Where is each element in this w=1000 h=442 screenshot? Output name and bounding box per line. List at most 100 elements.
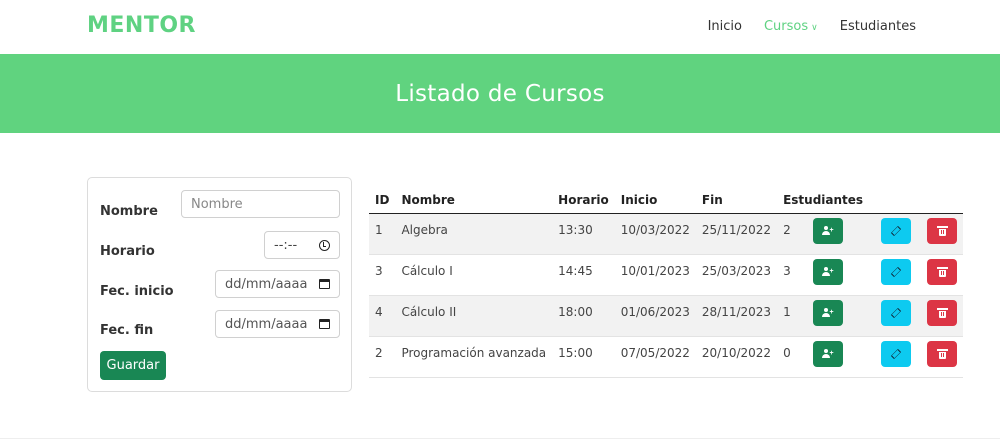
- cell-inicio: 10/03/2022: [614, 213, 696, 255]
- table-row: 3 Cálculo I 14:45 10/01/2023 25/03/2023 …: [369, 254, 964, 296]
- form-row-nombre: Nombre Nombre: [100, 190, 340, 219]
- table-row: 2 Programación avanzada 15:00 07/05/2022…: [369, 336, 964, 378]
- table-header-row: ID Nombre Horario Inicio Fin Estudiantes: [369, 187, 964, 214]
- horario-input[interactable]: --:--: [264, 231, 340, 259]
- estudiantes-count: 0: [783, 345, 791, 360]
- form-row-fin: Fec. fin dd/mm/aaaa: [100, 310, 340, 338]
- fec-inicio-label: Fec. inicio: [100, 284, 174, 299]
- col-inicio: Inicio: [614, 187, 696, 214]
- cell-id: 3: [369, 254, 396, 296]
- cell-inicio: 01/06/2023: [614, 295, 696, 337]
- nombre-placeholder: Nombre: [191, 196, 243, 212]
- add-student-button[interactable]: +: [812, 217, 843, 244]
- fec-fin-input[interactable]: dd/mm/aaaa: [215, 310, 340, 338]
- trash-icon: [936, 307, 948, 318]
- cell-estudiantes: 1 +: [777, 295, 870, 337]
- trash-icon: [936, 348, 948, 359]
- nav-item-cursos-label: Cursos: [763, 19, 809, 34]
- estudiantes-count: 1: [783, 304, 791, 319]
- col-horario: Horario: [552, 187, 615, 214]
- user-plus-icon: +: [821, 348, 834, 359]
- delete-button[interactable]: [927, 299, 958, 326]
- col-delete: [917, 187, 964, 214]
- nombre-label: Nombre: [100, 204, 158, 219]
- form-row-inicio: Fec. inicio dd/mm/aaaa: [100, 270, 340, 299]
- estudiantes-count: 3: [783, 263, 791, 278]
- nombre-input[interactable]: Nombre: [181, 190, 340, 218]
- save-button[interactable]: Guardar: [100, 351, 166, 380]
- col-id: ID: [369, 187, 396, 214]
- cell-id: 2: [369, 336, 396, 378]
- cell-nombre: Algebra: [395, 213, 553, 255]
- col-estudiantes: Estudiantes: [777, 187, 870, 214]
- table-row: 1 Algebra 13:30 10/03/2022 25/11/2022 2 …: [369, 213, 964, 255]
- cell-estudiantes: 0 +: [777, 336, 870, 378]
- horario-label: Horario: [100, 244, 155, 259]
- fec-inicio-input[interactable]: dd/mm/aaaa: [215, 270, 340, 298]
- calendar-icon[interactable]: [319, 279, 330, 289]
- edit-button[interactable]: [881, 258, 912, 285]
- cell-horario: 15:00: [552, 336, 615, 378]
- pencil-icon: [890, 307, 902, 318]
- edit-button[interactable]: [881, 340, 912, 367]
- cell-delete: [917, 213, 964, 255]
- horario-value: --:--: [274, 237, 298, 253]
- nav-menu: Inicio Cursos ∨ Estudiantes: [708, 19, 916, 34]
- nav-item-inicio[interactable]: Inicio: [708, 19, 742, 34]
- page-title: Listado de Cursos: [395, 80, 605, 107]
- trash-icon: [936, 225, 948, 236]
- add-student-button[interactable]: +: [812, 299, 843, 326]
- delete-button[interactable]: [927, 258, 958, 285]
- nav-item-estudiantes[interactable]: Estudiantes: [840, 19, 916, 34]
- cell-edit: [869, 295, 918, 337]
- cell-inicio: 10/01/2023: [614, 254, 696, 296]
- trash-icon: [936, 266, 948, 277]
- pencil-icon: [890, 266, 902, 277]
- courses-table: ID Nombre Horario Inicio Fin Estudiantes…: [369, 187, 964, 378]
- calendar-icon[interactable]: [319, 319, 330, 329]
- course-form: Nombre Nombre Horario --:-- Fec. inicio …: [87, 177, 352, 392]
- fec-inicio-value: dd/mm/aaaa: [225, 276, 308, 292]
- cell-edit: [869, 213, 918, 255]
- cell-edit: [869, 336, 918, 378]
- cell-estudiantes: 3 +: [777, 254, 870, 296]
- edit-button[interactable]: [881, 299, 912, 326]
- clock-icon[interactable]: [319, 239, 330, 251]
- add-student-button[interactable]: +: [812, 258, 843, 285]
- cell-id: 4: [369, 295, 396, 337]
- cell-delete: [917, 254, 964, 296]
- hero-banner: Listado de Cursos: [0, 54, 1000, 133]
- estudiantes-count: 2: [783, 222, 791, 237]
- cell-nombre: Cálculo II: [395, 295, 553, 337]
- cell-id: 1: [369, 213, 396, 255]
- user-plus-icon: +: [821, 266, 834, 277]
- fec-fin-label: Fec. fin: [100, 323, 154, 338]
- add-student-button[interactable]: +: [812, 340, 843, 367]
- delete-button[interactable]: [927, 340, 958, 367]
- edit-button[interactable]: [881, 217, 912, 244]
- cell-edit: [869, 254, 918, 296]
- user-plus-icon: +: [821, 307, 834, 318]
- brand-logo[interactable]: MENTOR: [87, 13, 196, 38]
- cell-nombre: Programación avanzada: [395, 336, 553, 378]
- nav-item-cursos[interactable]: Cursos ∨: [764, 19, 818, 34]
- cell-estudiantes: 2 +: [777, 213, 870, 255]
- cell-delete: [917, 295, 964, 337]
- cell-inicio: 07/05/2022: [614, 336, 696, 378]
- cell-fin: 20/10/2022: [695, 336, 778, 378]
- cell-horario: 14:45: [552, 254, 615, 296]
- fec-fin-value: dd/mm/aaaa: [225, 316, 308, 332]
- delete-button[interactable]: [927, 217, 958, 244]
- cell-fin: 25/11/2022: [695, 213, 778, 255]
- col-edit: [869, 187, 918, 214]
- navbar: MENTOR Inicio Cursos ∨ Estudiantes: [0, 0, 1000, 54]
- cell-nombre: Cálculo I: [395, 254, 553, 296]
- cell-delete: [917, 336, 964, 378]
- col-fin: Fin: [695, 187, 778, 214]
- table-row: 4 Cálculo II 18:00 01/06/2023 28/11/2023…: [369, 295, 964, 337]
- cell-horario: 18:00: [552, 295, 615, 337]
- footer-divider: [0, 438, 1000, 439]
- pencil-icon: [890, 348, 902, 359]
- chevron-down-icon: ∨: [811, 23, 818, 33]
- pencil-icon: [890, 225, 902, 236]
